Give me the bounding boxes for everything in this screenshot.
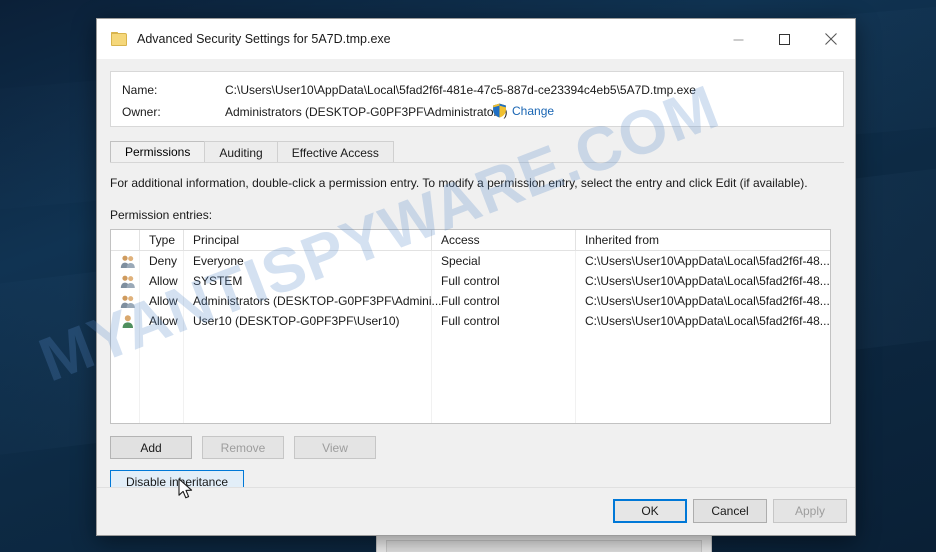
apply-button: Apply	[773, 499, 847, 523]
tab-underline	[110, 162, 844, 163]
desktop-background: Advanced Security Settings for 5A7D.tmp.…	[0, 0, 936, 552]
cell-type: Allow	[149, 274, 178, 288]
uac-shield-icon	[493, 103, 506, 118]
tab-auditing[interactable]: Auditing	[204, 141, 278, 163]
column-header-access[interactable]: Access	[441, 233, 480, 247]
column-header-inherited-from[interactable]: Inherited from	[585, 233, 659, 247]
advanced-security-settings-dialog: Advanced Security Settings for 5A7D.tmp.…	[96, 18, 856, 536]
owner-label: Owner:	[122, 105, 161, 119]
table-row[interactable]: Allow SYSTEM Full control C:\Users\User1…	[111, 271, 830, 291]
cell-access: Special	[441, 254, 481, 268]
cell-principal: Administrators (DESKTOP-G0PF3PF\Admini..…	[193, 294, 442, 308]
column-header-principal[interactable]: Principal	[193, 233, 239, 247]
cell-inherited-from: C:\Users\User10\AppData\Local\5fad2f6f-4…	[585, 254, 830, 268]
dialog-body: Name: C:\Users\User10\AppData\Local\5fad…	[97, 59, 855, 535]
minimize-icon[interactable]	[715, 19, 761, 59]
tab-strip: Permissions Auditing Effective Access	[110, 141, 844, 163]
group-icon	[120, 274, 136, 289]
cell-principal: Everyone	[193, 254, 244, 268]
cell-inherited-from: C:\Users\User10\AppData\Local\5fad2f6f-4…	[585, 314, 830, 328]
permission-entries-label: Permission entries:	[110, 208, 213, 222]
name-label: Name:	[122, 83, 158, 97]
cell-access: Full control	[441, 294, 500, 308]
cell-access: Full control	[441, 274, 500, 288]
table-row[interactable]: Allow User10 (DESKTOP-G0PF3PF\User10) Fu…	[111, 311, 830, 331]
change-link[interactable]: Change	[512, 104, 554, 118]
cell-type: Allow	[149, 314, 178, 328]
name-value: C:\Users\User10\AppData\Local\5fad2f6f-4…	[225, 83, 696, 97]
group-icon	[120, 294, 136, 309]
column-header-type[interactable]: Type	[149, 233, 175, 247]
user-icon	[120, 314, 136, 329]
background-window-inner	[386, 540, 702, 552]
cell-access: Full control	[441, 314, 500, 328]
title-bar[interactable]: Advanced Security Settings for 5A7D.tmp.…	[97, 19, 855, 59]
cancel-button[interactable]: Cancel	[693, 499, 767, 523]
remove-button: Remove	[202, 436, 284, 459]
close-icon[interactable]	[807, 19, 855, 59]
cell-principal: SYSTEM	[193, 274, 243, 288]
folder-icon	[111, 32, 127, 46]
cell-inherited-from: C:\Users\User10\AppData\Local\5fad2f6f-4…	[585, 294, 830, 308]
window-title: Advanced Security Settings for 5A7D.tmp.…	[137, 32, 391, 46]
dialog-footer: OK Cancel Apply	[97, 487, 855, 535]
ok-button[interactable]: OK	[613, 499, 687, 523]
add-button[interactable]: Add	[110, 436, 192, 459]
owner-value: Administrators (DESKTOP-G0PF3PF\Administ…	[225, 105, 508, 119]
object-info-panel: Name: C:\Users\User10\AppData\Local\5fad…	[110, 71, 844, 127]
change-owner-control[interactable]: Change	[492, 103, 554, 118]
cell-principal: User10 (DESKTOP-G0PF3PF\User10)	[193, 314, 400, 328]
permission-entries-list[interactable]: Type Principal Access Inherited from Den…	[110, 229, 831, 424]
view-button: View	[294, 436, 376, 459]
table-row[interactable]: Allow Administrators (DESKTOP-G0PF3PF\Ad…	[111, 291, 830, 311]
tab-effective-access[interactable]: Effective Access	[276, 141, 394, 163]
table-row[interactable]: Deny Everyone Special C:\Users\User10\Ap…	[111, 251, 830, 271]
instructions-text: For additional information, double-click…	[110, 176, 808, 190]
cell-type: Allow	[149, 294, 178, 308]
list-header: Type Principal Access Inherited from	[111, 230, 830, 251]
group-icon	[120, 254, 136, 269]
cell-type: Deny	[149, 254, 178, 268]
maximize-icon[interactable]	[761, 19, 807, 59]
cell-inherited-from: C:\Users\User10\AppData\Local\5fad2f6f-4…	[585, 274, 830, 288]
tab-permissions[interactable]: Permissions	[110, 141, 206, 163]
